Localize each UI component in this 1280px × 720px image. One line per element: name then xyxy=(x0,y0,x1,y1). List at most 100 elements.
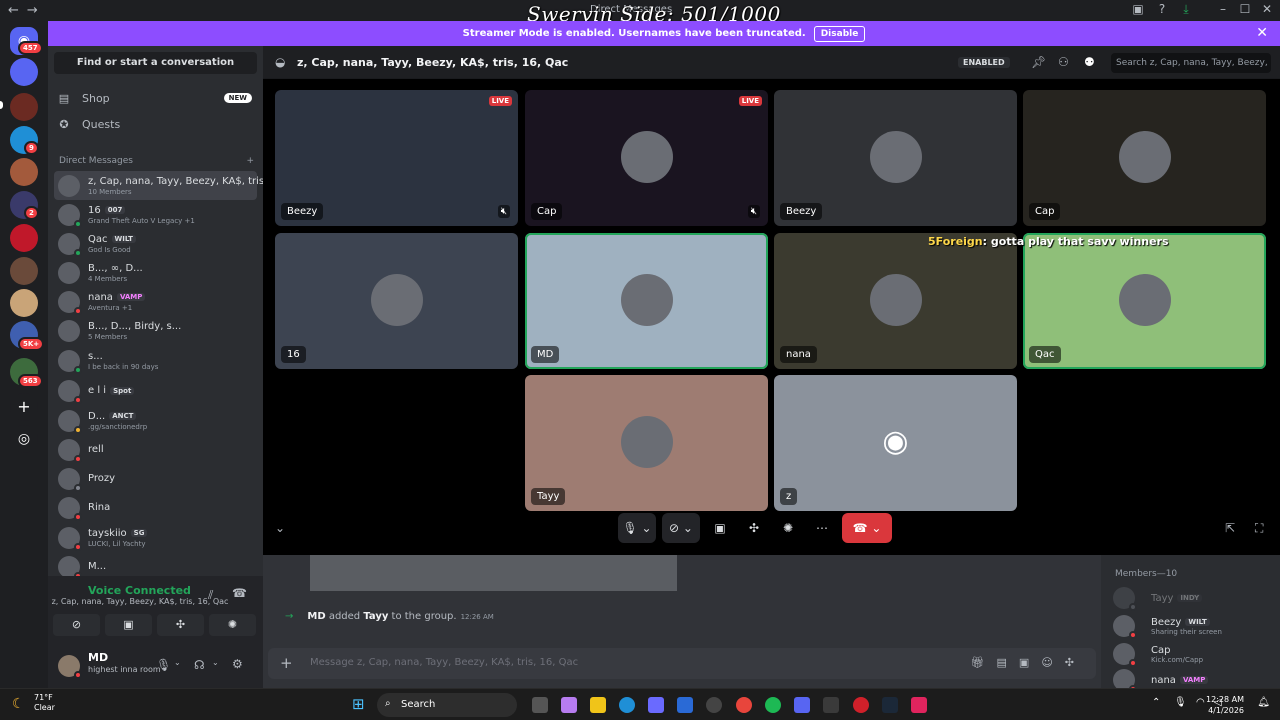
tiktok-icon[interactable] xyxy=(911,697,927,713)
message-composer[interactable]: + Message z, Cap, nana, Tayy, Beezy, KA$… xyxy=(268,648,1096,679)
avatar[interactable] xyxy=(58,655,82,679)
video-tile[interactable]: LIVE Cap 🔇︎ xyxy=(525,90,768,226)
app-icon[interactable] xyxy=(823,697,839,713)
member-item[interactable]: Cap Kick.com/Capp xyxy=(1113,641,1278,667)
edge-icon[interactable] xyxy=(619,697,635,713)
composer-icons[interactable]: 🎁︎▤▣☺✣ xyxy=(971,656,1086,669)
soundboard-button[interactable]: ✺ xyxy=(209,614,256,636)
video-tile[interactable]: Beezy xyxy=(774,90,1017,226)
server-icon[interactable] xyxy=(10,158,38,186)
system-target[interactable]: Tayy xyxy=(363,611,388,622)
app-icon[interactable] xyxy=(706,697,722,713)
close-icon[interactable]: ✕ xyxy=(1256,25,1268,41)
chevron-down-icon[interactable]: ⌄ xyxy=(212,658,219,667)
windows-start-icon[interactable]: ⊞ xyxy=(352,695,365,713)
stream-mute-icon[interactable]: 🔇︎ xyxy=(747,205,760,218)
members-icon[interactable]: ⚉ xyxy=(1084,55,1095,69)
video-tile[interactable]: Tayy xyxy=(525,375,768,511)
download-icon[interactable]: ⤓ xyxy=(1177,2,1195,18)
activities-button[interactable]: ✣ xyxy=(157,614,204,636)
video-tile[interactable]: LIVE Beezy 🔇︎ xyxy=(275,90,518,226)
dm-item[interactable]: Qac WILT God Is Good xyxy=(54,229,257,258)
add-server-icon[interactable]: + xyxy=(10,393,38,421)
disconnect-icon[interactable]: ☎ xyxy=(232,586,247,600)
image-attachment[interactable] xyxy=(310,555,677,591)
server-icon[interactable] xyxy=(10,289,38,317)
discover-icon[interactable]: ◎ xyxy=(10,425,38,453)
wifi-icon[interactable]: ◠ xyxy=(1196,697,1205,708)
find-conversation-button[interactable]: Find or start a conversation xyxy=(54,52,257,74)
mic-tray-icon[interactable]: 🎙︎ xyxy=(1174,697,1187,708)
new-dm-icon[interactable]: + xyxy=(246,156,254,166)
headphones-icon[interactable]: ☊ xyxy=(194,658,205,672)
task-view-icon[interactable] xyxy=(532,697,548,713)
spotify-icon[interactable] xyxy=(765,697,781,713)
popout-icon[interactable]: ⇱ xyxy=(1225,521,1235,535)
dm-item[interactable]: D... ANCT .gg/sanctionedrp xyxy=(54,406,257,435)
tray-overflow-icon[interactable]: ⌃ xyxy=(1152,697,1160,708)
opera-icon[interactable] xyxy=(853,697,869,713)
mute-button[interactable]: 🎙︎ ⌄ xyxy=(618,513,656,543)
server-icon[interactable] xyxy=(10,257,38,285)
server-icon[interactable] xyxy=(10,93,38,121)
weather-widget[interactable]: 71°F Clear xyxy=(34,693,55,713)
video-tile[interactable]: MD xyxy=(525,233,768,369)
system-actor[interactable]: MD xyxy=(307,611,325,622)
sidebar-item-quests[interactable]: ✪ Quests xyxy=(56,113,256,135)
fullscreen-icon[interactable]: ⛶ xyxy=(1255,521,1263,536)
screen-share-button[interactable]: ▣ xyxy=(706,513,734,543)
more-options-icon[interactable]: ⋯ xyxy=(808,513,836,543)
outlook-icon[interactable] xyxy=(677,697,693,713)
member-item[interactable]: Tayy INDY xyxy=(1113,585,1278,611)
dm-item[interactable]: M... xyxy=(54,552,257,576)
video-tile[interactable]: 16 xyxy=(275,233,518,369)
search-input[interactable]: Search z, Cap, nana, Tayy, Beezy, ... xyxy=(1111,53,1271,73)
taskbar-search[interactable]: Search xyxy=(377,693,517,717)
server-icon[interactable] xyxy=(10,224,38,252)
close-window-icon[interactable]: ✕ xyxy=(1258,2,1276,18)
video-tile[interactable]: Qac xyxy=(1023,233,1266,369)
chrome-icon[interactable] xyxy=(736,697,752,713)
dm-item[interactable]: tayskiio SG LUCKI, Lil Yachty xyxy=(54,523,257,552)
screen-share-button[interactable]: ▣ xyxy=(105,614,152,636)
discord-icon[interactable] xyxy=(794,697,810,713)
dm-item[interactable]: Prozy xyxy=(54,464,257,493)
dm-item[interactable]: z, Cap, nana, Tayy, Beezy, KA$, tris... 1… xyxy=(54,171,263,200)
soundboard-button[interactable]: ✺ xyxy=(774,513,802,543)
maximize-icon[interactable]: ☐ xyxy=(1236,2,1254,18)
notifications-icon[interactable]: 🔔︎ xyxy=(1257,697,1270,708)
add-attachment-icon[interactable]: + xyxy=(280,654,293,672)
leave-call-button[interactable]: ☎ ⌄ xyxy=(842,513,892,543)
steam-icon[interactable] xyxy=(882,697,898,713)
dm-item[interactable]: s... I be back in 90 days xyxy=(54,346,257,375)
chevron-down-icon[interactable]: ⌄ xyxy=(275,521,285,535)
add-friends-icon[interactable]: ⚇ xyxy=(1058,55,1069,69)
gear-icon[interactable]: ⚙ xyxy=(232,657,243,671)
help-icon[interactable]: ? xyxy=(1153,2,1171,18)
dm-item[interactable]: rell xyxy=(54,435,257,464)
camera-button[interactable]: ⊘ ⌄ xyxy=(662,513,700,543)
activities-button[interactable]: ✣ xyxy=(740,513,768,543)
dm-item[interactable]: 16 007 Grand Theft Auto V Legacy +1 xyxy=(54,200,257,229)
file-explorer-icon[interactable] xyxy=(590,697,606,713)
server-icon[interactable] xyxy=(10,58,38,86)
sidebar-item-shop[interactable]: ▤ Shop NEW xyxy=(56,87,256,109)
dm-item[interactable]: e l i Spot xyxy=(54,376,257,405)
noise-suppression-icon[interactable]: ⫽ xyxy=(208,588,213,603)
disable-button[interactable]: Disable xyxy=(813,25,866,42)
dm-item[interactable]: B..., D..., Birdy, s... 5 Members xyxy=(54,316,257,345)
camera-button[interactable]: ⊘ xyxy=(53,614,100,636)
member-item[interactable]: Beezy WILT Sharing their screen xyxy=(1113,613,1278,639)
nav-arrows-icon[interactable]: ←→ xyxy=(8,3,46,18)
clock[interactable]: 12:28 AM 4/1/2026 xyxy=(1206,694,1244,716)
inbox-icon[interactable]: ▣ xyxy=(1129,2,1147,18)
copilot-icon[interactable] xyxy=(561,697,577,713)
minimize-icon[interactable]: – xyxy=(1214,2,1232,18)
dm-item[interactable]: nana VAMP Aventura +1 xyxy=(54,287,257,316)
video-tile[interactable]: Cap xyxy=(1023,90,1266,226)
dm-item[interactable]: B..., ∞, D... 4 Members xyxy=(54,258,257,287)
dm-item[interactable]: Rina xyxy=(54,493,257,522)
microphone-icon[interactable]: 🎙︎ xyxy=(156,658,171,672)
pin-icon[interactable]: 📌︎ xyxy=(1031,55,1046,69)
chevron-down-icon[interactable]: ⌄ xyxy=(174,658,181,667)
